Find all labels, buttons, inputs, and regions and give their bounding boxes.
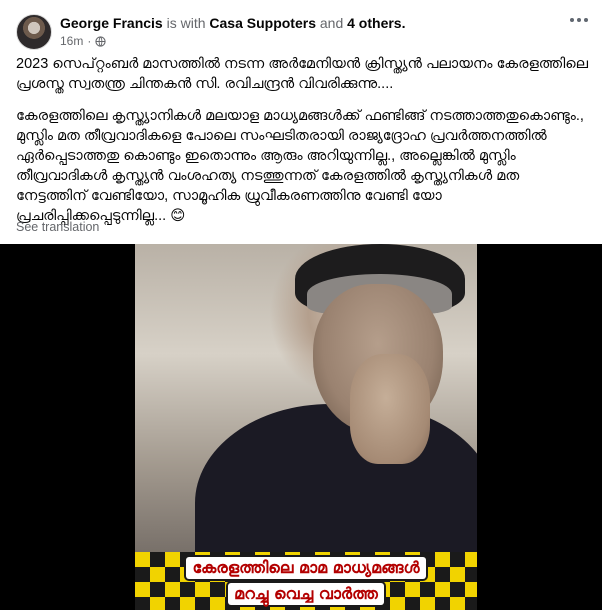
see-translation-link[interactable]: See translation xyxy=(16,220,99,234)
post-body: 2023 സെപ്റ്റംബർ മാസത്തിൽ നടന്ന അർമേനിയൻ … xyxy=(16,54,588,238)
video-caption-line-2: മറച്ചു വെച്ച വാർത്ത xyxy=(228,583,384,605)
post-timestamp[interactable]: 16m xyxy=(60,34,83,48)
and-text: and xyxy=(319,15,344,31)
video-caption-line-1: കേരളത്തിലെ മാമ മാധ്യമങ്ങൾ xyxy=(186,557,426,579)
video-player[interactable]: കേരളത്തിലെ മാമ മാധ്യമങ്ങൾ മറച്ചു വെച്ച വ… xyxy=(0,244,602,610)
video-frame[interactable]: കേരളത്തിലെ മാമ മാധ്യമങ്ങൾ മറച്ചു വെച്ച വ… xyxy=(135,244,477,610)
post-paragraph: 2023 സെപ്റ്റംബർ മാസത്തിൽ നടന്ന അർമേനിയൻ … xyxy=(16,56,588,92)
tagged-page-link[interactable]: Casa Suppoters xyxy=(209,15,316,31)
video-caption: കേരളത്തിലെ മാമ മാധ്യമങ്ങൾ മറച്ചു വെച്ച വ… xyxy=(135,552,477,610)
author-name[interactable]: George Francis xyxy=(60,15,163,31)
with-text: is with xyxy=(166,15,206,31)
meta-separator: · xyxy=(87,34,92,48)
video-figure-hand xyxy=(350,354,430,464)
facebook-post-card: George Francis is with Casa Suppoters an… xyxy=(0,0,602,610)
post-header: George Francis is with Casa Suppoters an… xyxy=(0,0,602,56)
author-line: George Francis is with Casa Suppoters an… xyxy=(60,15,405,31)
author-avatar[interactable] xyxy=(16,14,52,50)
others-link[interactable]: 4 others. xyxy=(347,15,405,31)
post-paragraph: കേരളത്തിലെ കൃസ്ത്യാനികൾ മലയാള മാധ്യമങ്ങൾ… xyxy=(16,108,584,224)
globe-icon[interactable] xyxy=(95,35,106,47)
more-options-icon[interactable] xyxy=(570,18,588,22)
post-meta: 16m · xyxy=(60,34,106,48)
